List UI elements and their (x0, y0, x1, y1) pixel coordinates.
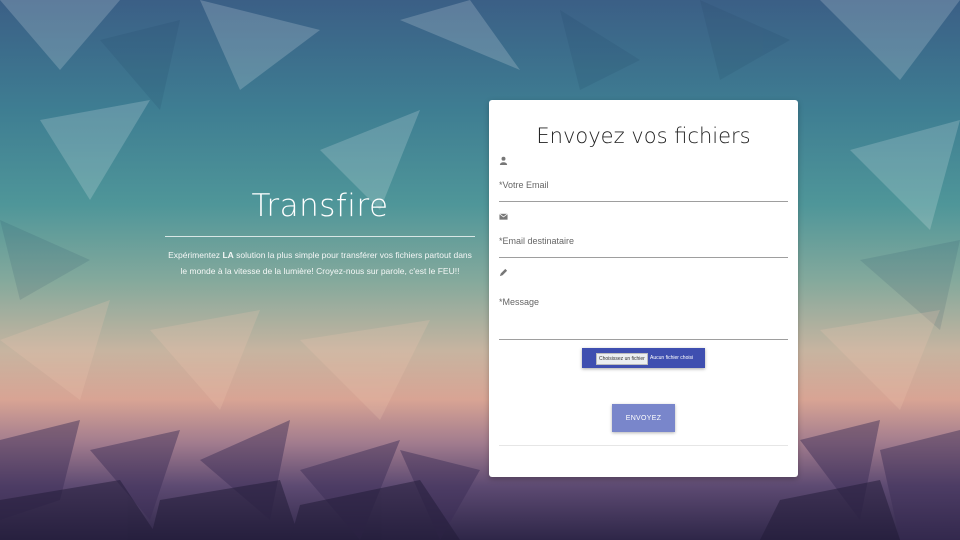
background-pattern (0, 0, 960, 540)
hero-section: Transfire Expérimentez LA solution la pl… (165, 188, 475, 279)
choose-file-button[interactable]: Choisissez un fichier (596, 353, 648, 365)
hero-description-start: Expérimentez (168, 250, 223, 260)
no-file-label: Aucun fichier choisi (650, 355, 694, 361)
envelope-icon (499, 213, 508, 220)
hero-description-emphasis: LA (222, 250, 234, 260)
message-field-group (499, 268, 788, 340)
email-field-group (499, 156, 788, 202)
send-button[interactable]: ENVOYEZ (612, 404, 675, 432)
sender-email-input[interactable] (499, 178, 788, 192)
recipient-email-underline (499, 257, 788, 258)
file-upload-button[interactable]: Choisissez un fichier Aucun fichier choi… (582, 348, 705, 368)
user-icon (499, 156, 508, 165)
sender-email-underline (499, 201, 788, 202)
pencil-icon (499, 268, 508, 277)
app-title: Transfire (251, 188, 389, 224)
hero-divider (165, 236, 475, 237)
form-title: Envoyez vos fichiers (536, 124, 751, 148)
message-textarea[interactable] (499, 297, 788, 337)
recipient-field-group (499, 212, 788, 258)
hero-description: Expérimentez LA solution la plus simple … (165, 247, 475, 279)
recipient-email-input[interactable] (499, 234, 788, 248)
message-underline (499, 339, 788, 340)
form-bottom-divider (499, 445, 788, 446)
